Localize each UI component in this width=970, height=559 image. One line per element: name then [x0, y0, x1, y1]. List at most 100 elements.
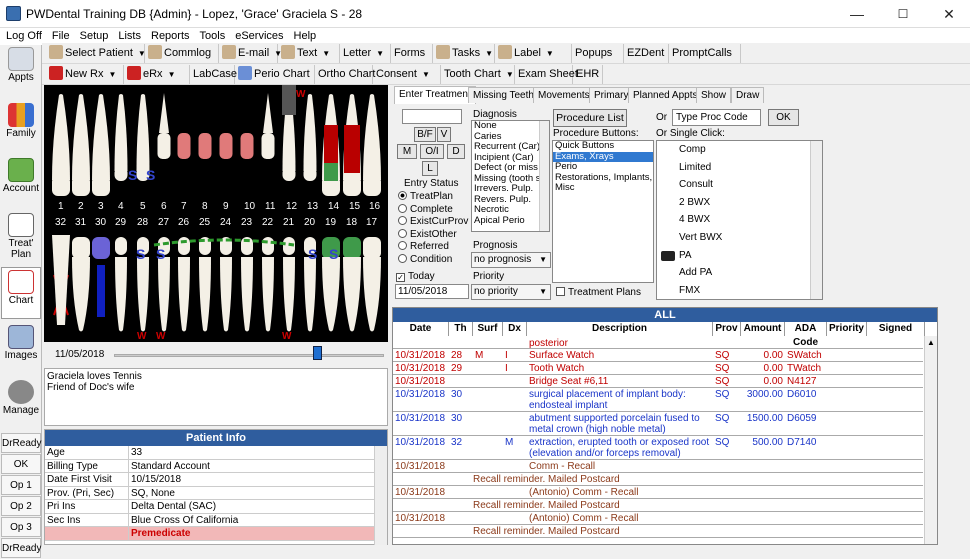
toolbar-forms-button[interactable]: Forms [391, 44, 433, 63]
procedure-buttons-list[interactable]: Quick Buttons Exams, Xrays Perio Restoratio… [552, 140, 654, 283]
today-date-field[interactable]: 11/05/2018 [395, 284, 469, 299]
minimize-button[interactable]: — [834, 0, 880, 28]
close-button[interactable]: ✕ [926, 0, 970, 28]
sidebar-item-chart[interactable]: Chart [1, 267, 41, 319]
op3-button[interactable]: Op 3 [1, 517, 41, 537]
procedures-scrollbar[interactable]: ▲ [924, 336, 937, 544]
procedure-category-item[interactable]: Perio [553, 162, 653, 173]
procedure-row[interactable]: 10/31/2018 (Antonio) Comm - Recall [393, 512, 923, 525]
toolbar-promptcalls-button[interactable]: PromptCalls [669, 44, 741, 63]
drready-button-2[interactable]: DrReady [1, 538, 41, 558]
diagnosis-item[interactable]: Defect (or miss [472, 163, 549, 174]
column-amount[interactable]: Amount [741, 322, 785, 336]
tooth-13[interactable] [303, 94, 317, 181]
procedure-row[interactable]: 10/31/2018 29 I Tooth Watch SQ 0.00 TWatch [393, 362, 923, 375]
column-date[interactable]: Date [393, 322, 449, 336]
column-ada-code[interactable]: ADA Code [785, 322, 827, 348]
treatment-plans-checkbox[interactable]: Treatment Plans [556, 287, 641, 299]
quick-proc-pa[interactable]: PA [657, 247, 822, 265]
quick-proc-vert-bwx[interactable]: Vert BWX [657, 229, 822, 247]
op1-button[interactable]: Op 1 [1, 475, 41, 495]
diagnosis-item[interactable]: Apical Perio [472, 216, 549, 227]
tooth-15[interactable] [343, 94, 361, 196]
diagnosis-item[interactable]: Caries [472, 132, 549, 143]
surface-oi-button[interactable]: O/I [420, 144, 444, 159]
tab-planned-appts[interactable]: Planned Appts [628, 87, 703, 103]
procedure-category-item[interactable]: Exams, Xrays [553, 151, 653, 162]
column-description[interactable]: Description [527, 322, 713, 336]
ok-button[interactable]: OK [1, 454, 41, 474]
prognosis-select[interactable]: no prognosis ▼ [471, 252, 551, 268]
maximize-button[interactable]: ☐ [880, 0, 926, 28]
procedure-row[interactable]: 10/31/2018 (Antonio) Comm - Recall [393, 486, 923, 499]
entry-status-condition-radio[interactable]: Condition [398, 254, 452, 266]
procedure-row[interactable]: posterior [393, 337, 923, 349]
quick-proc-limited[interactable]: Limited [657, 159, 822, 177]
tooth-17[interactable] [363, 237, 381, 332]
date-slider-thumb[interactable] [312, 346, 322, 360]
patient-info-scrollbar[interactable] [374, 446, 387, 545]
quick-proc-4-bwx[interactable]: 4 BWX [657, 211, 822, 229]
procedure-row[interactable]: 10/31/2018 Bridge Seat #6,11 SQ 0.00 N4127 [393, 375, 923, 388]
tooth-32[interactable] [52, 235, 70, 325]
tooth-21[interactable] [283, 237, 295, 332]
tooth-10[interactable] [240, 133, 254, 159]
tooth-11[interactable] [261, 93, 275, 159]
toolbar-labcase-button[interactable]: LabCase [190, 65, 237, 84]
toolbar-new-rx-button[interactable]: New Rx ▼ [46, 65, 124, 84]
sidebar-item-manage[interactable]: Manage [1, 378, 41, 416]
diagnosis-item[interactable]: Recurrent (Car) [472, 142, 549, 153]
toolbar-label-button[interactable]: Label ▼ [495, 44, 572, 63]
tooth-16[interactable] [363, 94, 381, 196]
tooth-chart[interactable]: S S W 1 2 3 4 5 6 7 8 9 10 11 12 13 14 15 16 32 31 30 29 28 27 26… [44, 85, 388, 342]
single-click-list[interactable]: Comp Limited Consult 2 BWX 4 BWX Vert BWX PA Ad… [656, 140, 823, 300]
tooth-chart-canvas[interactable]: S SW1 2 3 4 5 6 7 8 9 10 11 12 13 14 15 1632 31 30 29 28 27 26… [44, 85, 388, 342]
tooth-23[interactable] [241, 237, 253, 332]
sidebar-item-images[interactable]: Images [1, 323, 41, 361]
toolbar-ortho-chart-button[interactable]: Ortho Chart [315, 65, 375, 84]
tooth-18[interactable] [343, 237, 361, 332]
procedure-row[interactable]: Recall reminder. Mailed Postcard [393, 473, 923, 486]
drready-button[interactable]: DrReady [1, 433, 41, 453]
diagnosis-item[interactable]: Missing (tooth s [472, 174, 549, 185]
entry-status-existcurprov-radio[interactable]: ExistCurProv [398, 216, 468, 228]
surface-d-button[interactable]: D [447, 144, 465, 159]
toolbar-perio-chart-button[interactable]: Perio Chart [235, 65, 315, 84]
column-th[interactable]: Th [449, 322, 473, 336]
tooth-14[interactable] [322, 94, 340, 196]
priority-select[interactable]: no priority ▼ [471, 284, 551, 300]
tooth-6[interactable] [157, 93, 171, 159]
sidebar-item-appts[interactable]: Appts [1, 45, 41, 83]
quick-proc-2-bwx[interactable]: 2 BWX [657, 194, 822, 212]
tooth-25[interactable] [199, 237, 211, 332]
quick-proc-comp[interactable]: Comp [657, 141, 822, 159]
surface-l-button[interactable]: L [422, 161, 438, 176]
menu-log-off[interactable]: Log Off [0, 28, 47, 45]
single-click-scrollbar[interactable] [810, 141, 822, 299]
quick-proc-consult[interactable]: Consult [657, 176, 822, 194]
sidebar-item-family[interactable]: Family [1, 101, 41, 139]
diagnosis-list[interactable]: None Caries Recurrent (Car) Incipient (Car)… [471, 120, 550, 232]
tooth-24[interactable] [220, 237, 232, 332]
entry-status-treatplan-radio[interactable]: TreatPlan [398, 191, 453, 203]
toolbar-select-patient-button[interactable]: Select Patient ▼ [46, 44, 146, 63]
surface-bf-button[interactable]: B/F [414, 127, 436, 142]
entry-status-existother-radio[interactable]: ExistOther [398, 228, 457, 241]
column-prov[interactable]: Prov [713, 322, 741, 336]
diagnosis-item[interactable]: None [472, 121, 549, 132]
toolbar-ehr-button[interactable]: EHR [573, 65, 603, 84]
column-surf[interactable]: Surf [473, 322, 503, 336]
toolbar-erx-button[interactable]: eRx ▼ [124, 65, 190, 84]
column-priority[interactable]: Priority [827, 322, 867, 336]
procedure-category-item[interactable]: Quick Buttons [553, 141, 653, 152]
tooth-2[interactable] [72, 94, 90, 196]
tab-show[interactable]: Show [696, 87, 732, 103]
procedure-list-button[interactable]: Procedure List [553, 109, 627, 127]
procedure-row[interactable]: 10/31/2018 30 surgical placement of implan… [393, 388, 923, 412]
diagnosis-item[interactable]: Necrotic [472, 205, 549, 216]
entry-status-complete-radio[interactable]: Complete [398, 203, 453, 216]
toolbar-exam-sheet-button[interactable]: Exam Sheet [515, 65, 578, 84]
toolbar-tasks-button[interactable]: Tasks ▼ [433, 44, 495, 63]
diagnosis-item[interactable]: Incipient (Car) [472, 153, 549, 164]
patient-notes[interactable]: Graciela loves Tennis Friend of Doc's wi… [44, 368, 388, 426]
